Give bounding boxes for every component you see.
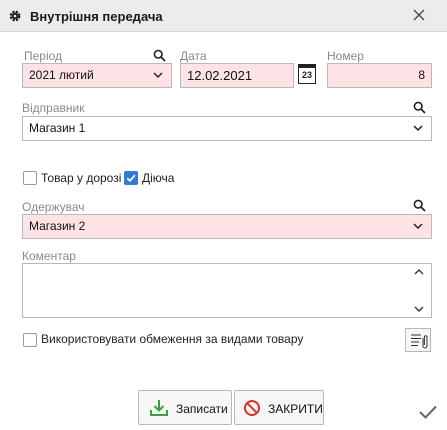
- number-label: Номер: [327, 49, 364, 63]
- close-icon[interactable]: [413, 9, 425, 21]
- checkmark-icon: [126, 174, 136, 183]
- sender-value: Магазин 1: [29, 121, 86, 135]
- sender-label: Відправник: [22, 101, 85, 115]
- download-icon: [150, 400, 168, 416]
- active-label: Діюча: [142, 171, 175, 185]
- period-value: 2021 лютий: [29, 68, 94, 82]
- calendar-day: 23: [301, 70, 312, 80]
- receiver-value: Магазин 2: [29, 219, 86, 233]
- number-input[interactable]: 8: [327, 63, 432, 88]
- prohibited-icon: [244, 400, 260, 416]
- search-icon[interactable]: [413, 199, 426, 212]
- restrictions-label: Використовувати обмеження за видами това…: [41, 332, 304, 346]
- chevron-down-icon[interactable]: [413, 222, 423, 230]
- calendar-icon[interactable]: 23: [298, 64, 316, 84]
- save-label: Записати: [176, 402, 228, 416]
- receiver-select[interactable]: Магазин 2: [22, 214, 432, 239]
- comment-value: [23, 264, 431, 267]
- scroll-up-icon[interactable]: [414, 268, 424, 276]
- date-value: 12.02.2021: [187, 68, 253, 83]
- checkmark-icon[interactable]: [418, 404, 438, 420]
- scroll-down-icon[interactable]: [414, 305, 424, 313]
- number-value: 8: [418, 68, 425, 82]
- attachments-button[interactable]: [405, 328, 431, 352]
- chevron-down-icon[interactable]: [153, 71, 163, 79]
- in-transit-checkbox[interactable]: [23, 171, 37, 185]
- comment-label: Коментар: [22, 249, 76, 263]
- in-transit-label: Товар у дорозі: [41, 171, 122, 185]
- sender-select[interactable]: Магазин 1: [22, 116, 432, 141]
- date-label: Дата: [180, 49, 207, 63]
- chevron-down-icon[interactable]: [413, 124, 423, 132]
- date-input[interactable]: 12.02.2021: [180, 63, 294, 88]
- restrictions-checkbox[interactable]: [23, 333, 37, 347]
- close-label: ЗАКРИТИ: [268, 402, 323, 416]
- search-icon[interactable]: [153, 49, 166, 62]
- window-title: Внутрішня передача: [30, 9, 163, 24]
- gear-icon[interactable]: [8, 9, 22, 23]
- receiver-label: Одержувач: [22, 200, 85, 214]
- period-select[interactable]: 2021 лютий: [22, 63, 172, 88]
- attachment-list-icon: [411, 334, 428, 349]
- search-icon[interactable]: [413, 101, 426, 114]
- comment-textarea[interactable]: [22, 263, 432, 318]
- close-button[interactable]: ЗАКРИТИ: [234, 390, 324, 425]
- active-checkbox[interactable]: [124, 171, 138, 185]
- save-button[interactable]: Записати: [138, 390, 232, 425]
- period-label: Період: [24, 49, 63, 63]
